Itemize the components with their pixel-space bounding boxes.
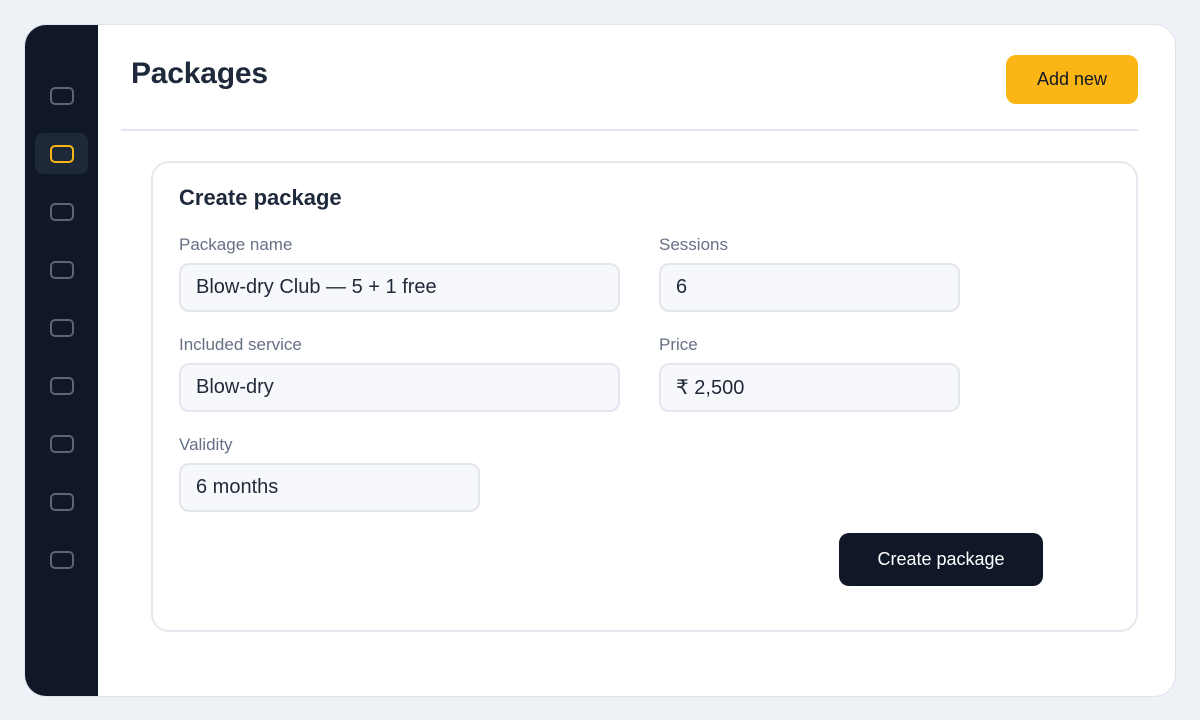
price-input[interactable] bbox=[659, 363, 960, 412]
nav-icon bbox=[49, 86, 74, 105]
nav-icon bbox=[49, 202, 74, 221]
sidebar bbox=[25, 25, 98, 696]
header-divider bbox=[121, 129, 1138, 131]
nav-icon bbox=[49, 260, 74, 279]
validity-label: Validity bbox=[179, 435, 233, 454]
add-new-button[interactable]: Add new bbox=[1006, 55, 1138, 104]
sidebar-item-6[interactable] bbox=[35, 365, 88, 406]
sidebar-item-8[interactable] bbox=[35, 481, 88, 522]
nav-icon bbox=[49, 376, 74, 395]
included-service-label: Included service bbox=[179, 335, 302, 354]
nav-icon bbox=[49, 434, 74, 453]
sidebar-item-packages[interactable] bbox=[35, 133, 88, 174]
page-title: Packages bbox=[131, 57, 268, 90]
app-window: Packages Add new Create package Package … bbox=[24, 24, 1176, 697]
nav-icon bbox=[49, 318, 74, 337]
create-package-card: Create package Package name Sessions Inc… bbox=[151, 161, 1138, 632]
included-service-input[interactable] bbox=[179, 363, 620, 412]
sidebar-item-3[interactable] bbox=[35, 191, 88, 232]
nav-icon bbox=[49, 550, 74, 569]
validity-input[interactable] bbox=[179, 463, 480, 512]
sessions-label: Sessions bbox=[659, 235, 728, 254]
sidebar-item-4[interactable] bbox=[35, 249, 88, 290]
main-content: Packages Add new Create package Package … bbox=[98, 25, 1175, 696]
package-name-input[interactable] bbox=[179, 263, 620, 312]
sidebar-item-5[interactable] bbox=[35, 307, 88, 348]
sidebar-item-9[interactable] bbox=[35, 539, 88, 580]
package-name-label: Package name bbox=[179, 235, 293, 254]
packages-icon bbox=[49, 144, 74, 163]
card-title: Create package bbox=[179, 185, 342, 210]
sidebar-item-1[interactable] bbox=[35, 75, 88, 116]
sidebar-item-7[interactable] bbox=[35, 423, 88, 464]
create-package-button[interactable]: Create package bbox=[839, 533, 1043, 586]
nav-icon bbox=[49, 492, 74, 511]
price-label: Price bbox=[659, 335, 698, 354]
sessions-input[interactable] bbox=[659, 263, 960, 312]
